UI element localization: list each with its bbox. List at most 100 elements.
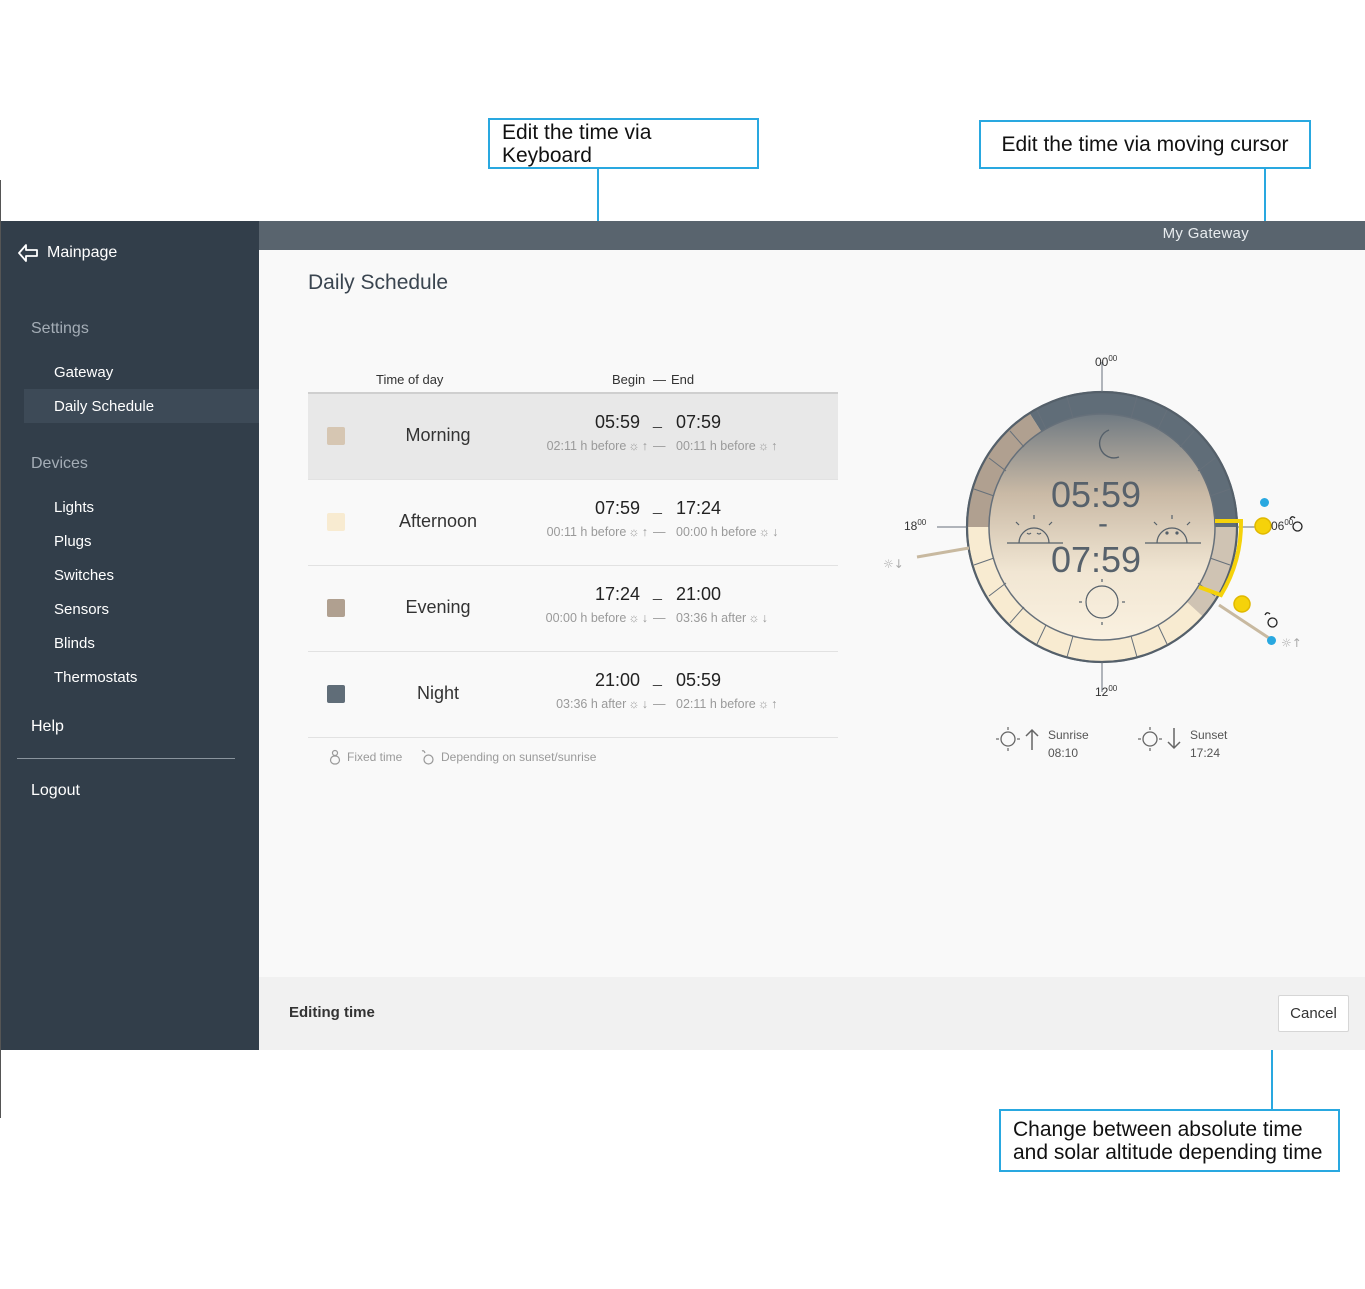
time-separator: _ (653, 412, 662, 429)
end-time-input[interactable]: 05:59 (676, 670, 721, 691)
begin-relative-text: 00:00 h before (545, 611, 627, 625)
hour-label-06: 0600 (1271, 518, 1294, 533)
sidebar-divider (17, 758, 235, 759)
footer-title: Editing time (289, 1004, 375, 1021)
clock-start-time: 05:59 (1051, 474, 1141, 515)
day-clock[interactable]: ☼↓ ☼↑ 05:59 - 07:59 0000 1800 0600 1200 (871, 341, 1341, 711)
color-swatch (327, 685, 345, 703)
start-drag-handle[interactable] (1254, 517, 1272, 535)
sun-icon: ☼ (628, 439, 640, 453)
callout-toggle: Change between absolute time and solar a… (999, 1109, 1340, 1172)
sidebar-item-switches[interactable]: Switches (24, 558, 259, 592)
callout-cursor-text: Edit the time via moving cursor (1001, 133, 1289, 156)
end-time-input[interactable]: 07:59 (676, 412, 721, 433)
schedule-row-evening[interactable]: Evening 17:24 _ 21:00 00:00 h before ☼ ↓ —… (308, 566, 838, 652)
legend-fixed: Fixed time (329, 749, 402, 765)
begin-time-input[interactable]: 05:59 (595, 412, 640, 433)
callout-cursor-dot (1260, 498, 1269, 507)
begin-time-input[interactable]: 07:59 (595, 498, 640, 519)
sidebar-item-logout[interactable]: Logout (31, 782, 80, 800)
begin-relative: 00:11 h before ☼ ↑ (547, 525, 648, 539)
row-name: Afternoon (398, 511, 478, 531)
relative-separator: — (653, 439, 666, 453)
top-bar: My Gateway (259, 221, 1365, 250)
back-arrow-icon (18, 244, 38, 262)
devices-section-label: Devices (31, 455, 88, 472)
begin-relative-text: 03:36 h after (556, 697, 627, 711)
sunrise-time: 08:10 (1048, 746, 1079, 760)
begin-time-input[interactable]: 21:00 (595, 670, 640, 691)
gateway-name: My Gateway (1162, 225, 1249, 242)
column-end: End (671, 372, 695, 387)
end-relative-text: 03:36 h after (676, 611, 747, 625)
callout-toggle-dot (1267, 636, 1276, 645)
sidebar-item-blinds[interactable]: Blinds (24, 626, 259, 660)
sunset-label: Sunset (1190, 728, 1228, 742)
sunset-marker (916, 546, 970, 559)
begin-time-input[interactable]: 17:24 (595, 584, 640, 605)
column-begin: Begin (612, 372, 646, 387)
relative-separator: — (653, 697, 666, 711)
end-relative-text: 02:11 h before (676, 697, 756, 711)
end-time-input[interactable]: 21:00 (676, 584, 721, 605)
sun-direction-icon: ↓ (761, 611, 768, 625)
end-time-input[interactable]: 17:24 (676, 498, 721, 519)
begin-relative: 02:11 h before ☼ ↑ (547, 439, 648, 453)
sidebar-item-help[interactable]: Help (31, 718, 64, 736)
time-separator: _ (653, 670, 662, 687)
end-drag-handle[interactable] (1233, 595, 1251, 613)
sun-direction-icon: ↓ (641, 611, 648, 625)
end-relative: 03:36 h after ☼ ↓ (676, 611, 768, 625)
color-swatch (327, 513, 345, 531)
sun-icon: ☼ (758, 525, 771, 539)
sidebar-item-thermostats[interactable]: Thermostats (24, 660, 259, 694)
end-relative: 00:11 h before ☼ ↑ (676, 439, 777, 453)
fixed-time-icon (329, 749, 341, 765)
clock-end-time: 07:59 (1051, 539, 1141, 580)
schedule-row-afternoon[interactable]: Afternoon 07:59 _ 17:24 00:11 h before ☼ ↑… (308, 480, 838, 566)
clock-separator: - (1098, 507, 1108, 540)
legend-fixed-text: Fixed time (347, 750, 403, 764)
time-separator: _ (653, 498, 662, 515)
sunrise-info: Sunrise 08:10 (996, 726, 1089, 762)
sun-direction-icon: ↑ (641, 525, 648, 539)
row-name: Night (416, 683, 460, 703)
callout-cursor: Edit the time via moving cursor (979, 120, 1311, 169)
sidebar-item-daily-schedule[interactable]: Daily Schedule (24, 389, 259, 423)
sun-direction-icon: ↑ (641, 439, 648, 453)
back-to-mainpage[interactable]: Mainpage (17, 243, 117, 263)
editing-footer: Editing time Cancel (259, 977, 1365, 1050)
back-label: Mainpage (47, 244, 118, 261)
sun-icon: ☼ (757, 439, 770, 453)
sunrise-label: Sunrise (1048, 728, 1089, 742)
column-dash: — (653, 372, 666, 387)
callout-keyboard: Edit the time via Keyboard (488, 118, 759, 169)
end-relative: 00:00 h before ☼ ↓ (676, 525, 778, 539)
sidebar-item-plugs[interactable]: Plugs (24, 524, 259, 558)
settings-section-label: Settings (31, 320, 89, 337)
sidebar-item-lights[interactable]: Lights (24, 490, 259, 524)
sidebar-item-sensors[interactable]: Sensors (24, 592, 259, 626)
hour-label-12: 1200 (1095, 684, 1118, 699)
sidebar-item-gateway[interactable]: Gateway (24, 355, 259, 389)
schedule-row-night[interactable]: Night 21:00 _ 05:59 03:36 h after ☼ ↓ — 02… (308, 652, 838, 738)
callout-toggle-line1: Change between absolute time (1013, 1117, 1303, 1141)
legend-depending-text: Depending on sunset/sunrise (441, 750, 597, 764)
callout-toggle-line2: and solar altitude depending time (1013, 1140, 1323, 1164)
sunrise-icon (996, 727, 1039, 751)
sun-direction-icon: ↓ (641, 697, 648, 711)
row-name: Evening (405, 597, 471, 617)
toggle-mode-icon[interactable] (1264, 516, 1303, 628)
sun-icon: ☼ (748, 611, 760, 625)
schedule-row-morning[interactable]: Morning 05:59 _ 07:59 02:11 h before ☼ ↑ —… (308, 394, 838, 480)
sunset-icon (1138, 727, 1181, 751)
sun-icon: ☼ (757, 697, 770, 711)
cancel-button[interactable]: Cancel (1278, 995, 1349, 1032)
page-title: Daily Schedule (308, 271, 449, 294)
sun-icon: ☼ (628, 697, 640, 711)
sunset-time: 17:24 (1190, 746, 1221, 760)
color-swatch (327, 599, 345, 617)
row-name: Morning (405, 425, 471, 445)
end-relative-text: 00:11 h before (676, 439, 756, 453)
hour-label-00: 0000 (1095, 354, 1118, 369)
